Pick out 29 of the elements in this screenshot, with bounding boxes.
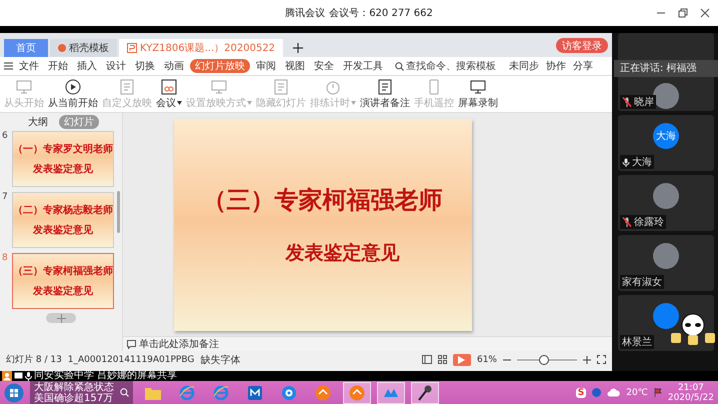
participant-name: 晓岸 — [634, 96, 654, 109]
news-headline: 美国确诊超157万 — [34, 392, 114, 404]
clock-date: 2020/5/22 — [668, 392, 714, 402]
avatar: 大海 — [653, 123, 679, 149]
slide-number: 8 — [2, 253, 9, 265]
news-headline: 大阪解除紧急状态 — [34, 382, 114, 392]
clock-time: 21:07 — [678, 382, 704, 392]
slide-subtitle: 发表鉴定意见 — [286, 240, 400, 266]
zoom-level: 61% — [476, 354, 497, 364]
thumbnail-title: （一）专家罗文明老师 — [13, 142, 113, 156]
slide-number: 7 — [2, 192, 9, 204]
meeting-id: 会议号：620 277 662 — [329, 6, 433, 20]
speaking-toast: 正在讲话: 柯福强 — [614, 60, 718, 77]
thumbnail-subtitle: 发表鉴定意见 — [33, 223, 93, 237]
temperature: 20℃ — [626, 388, 648, 398]
slide-counter: 幻灯片 8 / 13 — [6, 354, 62, 366]
thumbnail-subtitle: 发表鉴定意见 — [33, 284, 93, 298]
participant-name: 徐露玲 — [634, 216, 664, 229]
slide-title: （三）专家柯福强老师 — [202, 184, 442, 216]
slide-number: 6 — [2, 131, 9, 143]
thumbnail-title: （二）专家杨志毅老师 — [13, 203, 113, 217]
participant-name: 家有淑女 — [622, 276, 662, 289]
template-name: 1_A000120141119A01PPBG — [68, 354, 194, 364]
thumbnail-title: （三）专家柯福强老师 — [13, 264, 113, 278]
participant-name: 大海 — [632, 156, 652, 169]
thumbnail-subtitle: 发表鉴定意见 — [33, 162, 93, 176]
share-status-text: 同安实验中学 吕妙娜的屏幕共享 — [34, 371, 178, 381]
meeting-title: 腾讯会议 — [285, 6, 326, 20]
participant-name: 林景兰 — [622, 336, 652, 349]
